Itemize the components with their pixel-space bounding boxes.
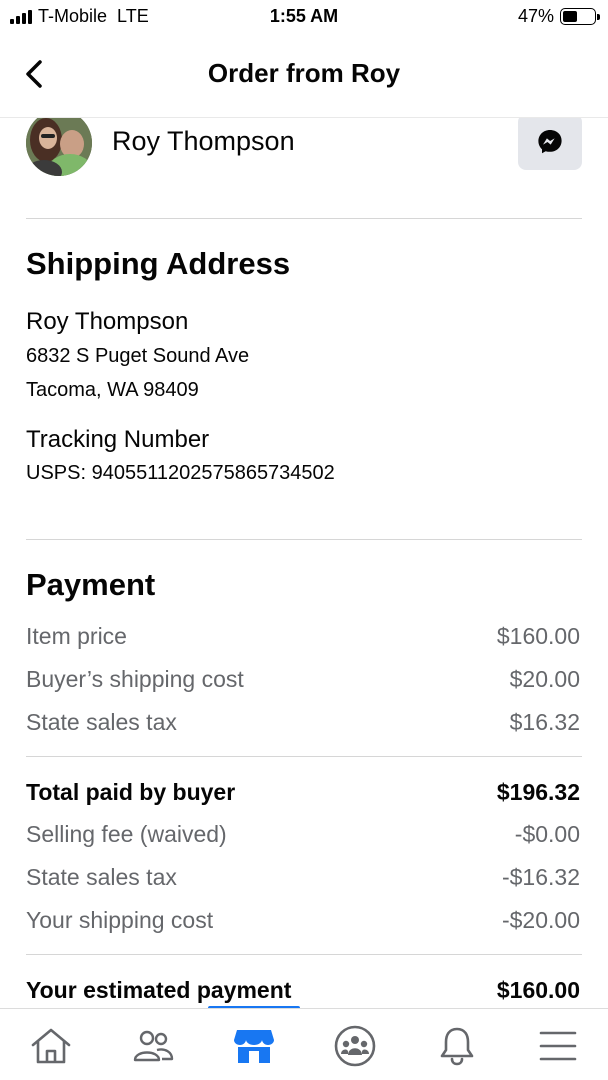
payment-row-sales-tax-deduction: State sales tax -$16.32 xyxy=(26,864,580,896)
shipping-city: Tacoma, WA 98409 xyxy=(26,379,199,401)
row-label: State sales tax xyxy=(26,709,177,735)
battery-percent: 47% xyxy=(517,6,554,26)
row-label: Total paid by buyer xyxy=(26,779,236,805)
tab-home[interactable] xyxy=(26,1021,76,1071)
row-value: -$20.00 xyxy=(501,907,580,933)
messenger-icon xyxy=(538,130,562,154)
payment-row-sales-tax: State sales tax $16.32 xyxy=(26,709,580,741)
divider xyxy=(26,218,582,219)
shipping-heading: Shipping Address xyxy=(26,246,291,281)
divider xyxy=(26,756,582,757)
divider xyxy=(26,954,582,955)
row-value: $196.32 xyxy=(496,779,580,805)
shipping-street: 6832 S Puget Sound Ave xyxy=(26,345,250,367)
menu-icon xyxy=(539,1031,577,1061)
row-value: $160.00 xyxy=(496,977,580,1003)
header-shadow xyxy=(0,110,608,118)
tab-notifications[interactable] xyxy=(432,1021,482,1071)
payment-heading: Payment xyxy=(26,567,156,602)
battery-fill xyxy=(563,11,578,22)
marketplace-icon xyxy=(234,1030,274,1063)
divider xyxy=(26,539,582,540)
payment-row-total-paid: Total paid by buyer $196.32 xyxy=(26,779,580,811)
status-right: 47% xyxy=(517,6,600,27)
tracking-heading: Tracking Number xyxy=(26,426,210,453)
payment-row-item-price: Item price $160.00 xyxy=(26,623,580,655)
nav-header: Order from Roy xyxy=(0,40,608,110)
row-label: Your estimated payment xyxy=(26,977,292,1003)
battery-icon xyxy=(560,8,600,25)
tab-groups[interactable] xyxy=(330,1021,380,1071)
row-label: Buyer’s shipping cost xyxy=(26,666,244,692)
tab-friends[interactable] xyxy=(128,1021,178,1071)
payment-row-selling-fee: Selling fee (waived) -$0.00 xyxy=(26,821,580,853)
row-value: $20.00 xyxy=(509,666,580,692)
row-label: State sales tax xyxy=(26,864,177,890)
tracking-number[interactable]: USPS: 9405511202575865734502 xyxy=(26,462,335,485)
buyer-name[interactable]: Roy Thompson xyxy=(112,126,295,157)
status-bar: T-Mobile LTE 1:55 AM 47% xyxy=(0,0,608,34)
payment-row-estimated-payment: Your estimated payment $160.00 xyxy=(26,977,580,1009)
notifications-icon xyxy=(440,1027,474,1066)
shipping-name: Roy Thompson xyxy=(26,308,189,335)
page-title: Order from Roy xyxy=(207,58,401,88)
bottom-tab-bar xyxy=(0,1008,608,1080)
status-time: 1:55 AM xyxy=(269,6,339,26)
row-label: Item price xyxy=(26,623,127,649)
tab-marketplace[interactable] xyxy=(229,1021,279,1071)
row-label: Your shipping cost xyxy=(26,907,214,933)
payment-row-your-shipping: Your shipping cost -$20.00 xyxy=(26,907,580,939)
groups-icon xyxy=(334,1025,376,1067)
buyer-profile-row: Roy Thompson xyxy=(26,108,582,178)
home-icon xyxy=(31,1028,71,1064)
row-value: $16.32 xyxy=(509,709,580,735)
row-label: Selling fee (waived) xyxy=(26,821,227,847)
avatar[interactable] xyxy=(26,110,92,176)
row-value: -$0.00 xyxy=(514,821,580,847)
tab-menu[interactable] xyxy=(533,1021,583,1071)
row-value: $160.00 xyxy=(496,623,580,649)
row-value: -$16.32 xyxy=(501,864,580,890)
friends-icon xyxy=(133,1030,174,1062)
payment-row-buyer-shipping: Buyer’s shipping cost $20.00 xyxy=(26,666,580,698)
message-button[interactable] xyxy=(518,114,582,170)
